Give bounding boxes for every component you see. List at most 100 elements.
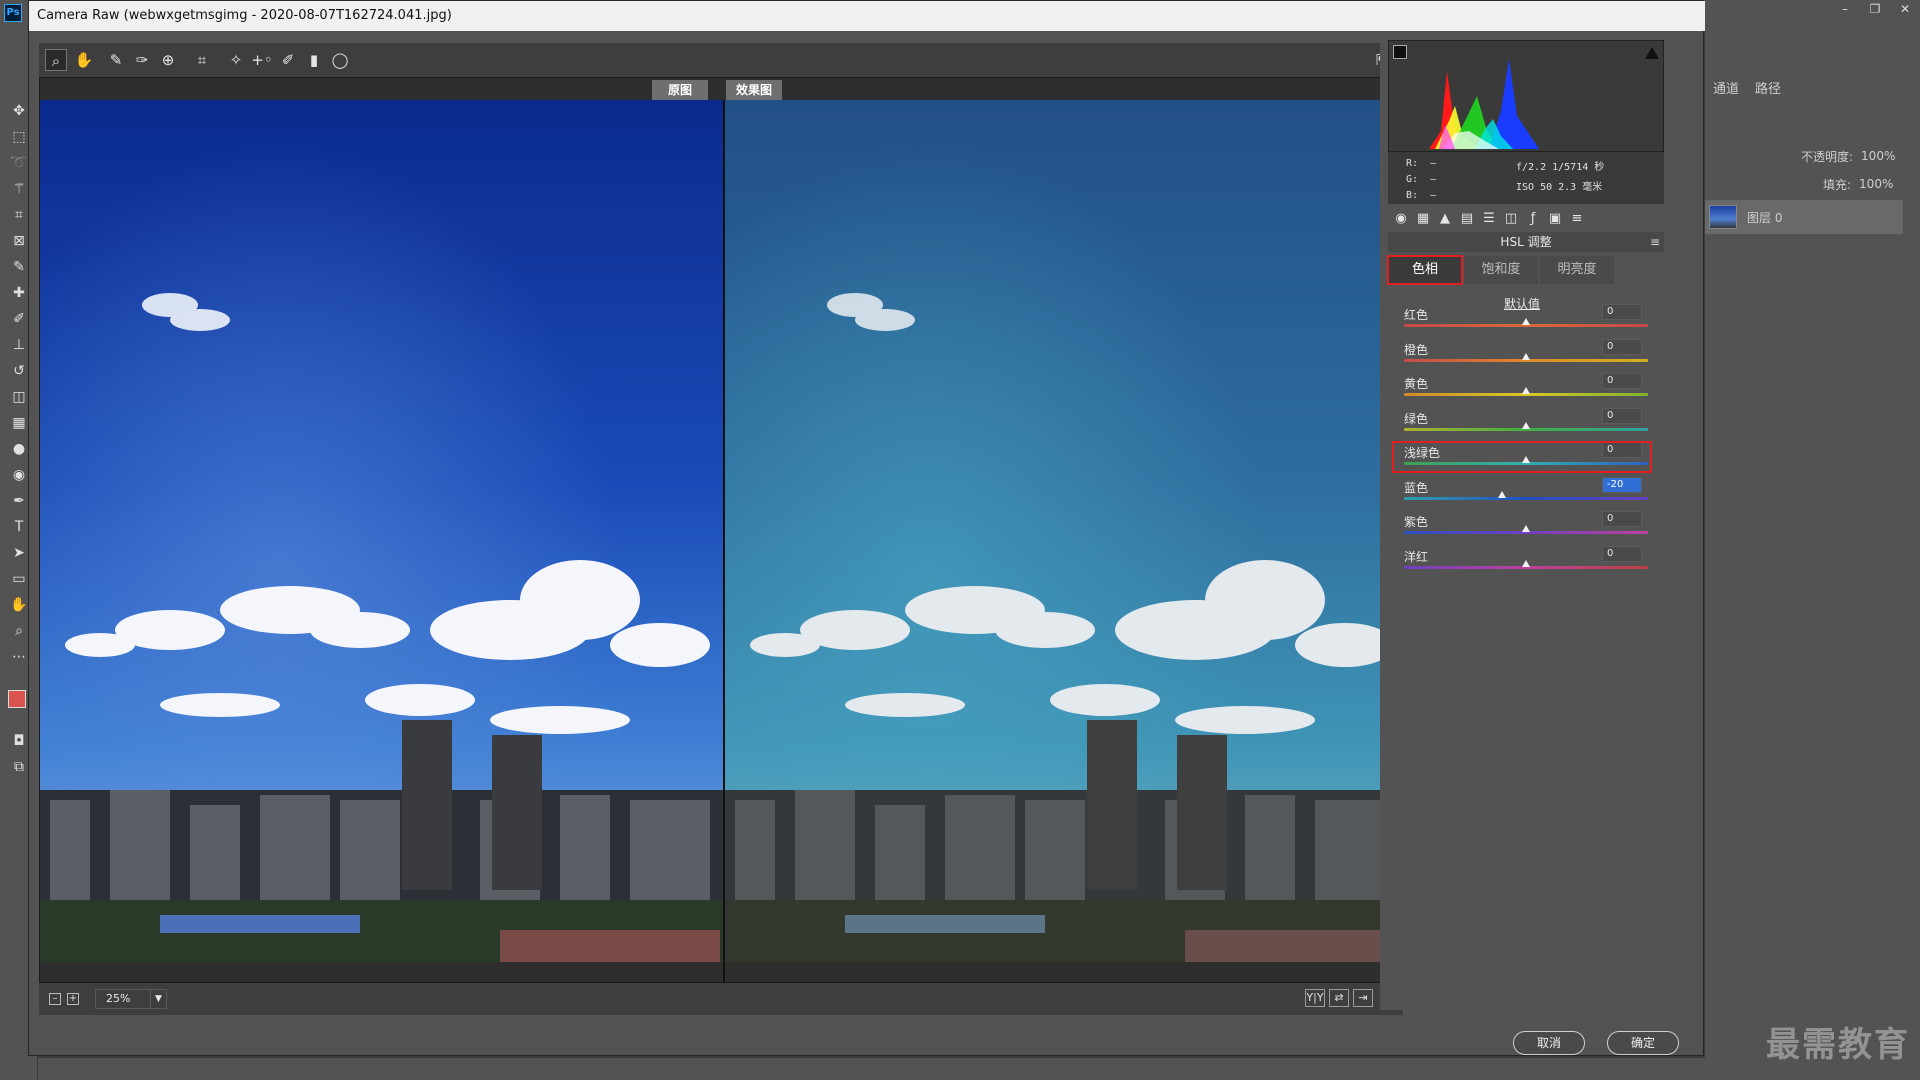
- slider-label: 橙色: [1404, 342, 1429, 357]
- dialog-title: Camera Raw (webwxgetmsgimg - 2020-08-07T…: [29, 1, 1705, 31]
- restore-icon[interactable]: ❐: [1860, 0, 1890, 18]
- calibration-panel-icon[interactable]: ▣: [1546, 210, 1564, 228]
- opacity-label: 不透明度:: [1801, 149, 1854, 164]
- more-tools-icon[interactable]: ⋯: [8, 646, 30, 668]
- close-icon[interactable]: ✕: [1890, 0, 1920, 18]
- slider-row: 红色 0: [1404, 304, 1648, 334]
- healing-brush-tool-icon[interactable]: ✚: [8, 282, 30, 304]
- layer-item[interactable]: 图层 0: [1705, 200, 1903, 234]
- blur-tool-icon[interactable]: ●: [8, 438, 30, 460]
- pen-tool-icon[interactable]: ✒: [8, 490, 30, 512]
- split-toning-panel-icon[interactable]: ☰: [1480, 210, 1498, 228]
- slider-label: 洋红: [1404, 549, 1429, 564]
- slider-thumb[interactable]: [1522, 559, 1530, 567]
- adjustment-panel: R: — G: — B: — f/2.2 1/5714 秒 ISO 50 2.3…: [1380, 40, 1664, 1010]
- screen-mode-icon[interactable]: ⧉: [8, 756, 30, 778]
- zoom-tool-icon[interactable]: ⌕: [45, 49, 67, 71]
- crop-tool-icon[interactable]: ⌗: [8, 204, 30, 226]
- layer-thumbnail: [1709, 205, 1737, 229]
- targeted-adjust-tool-icon[interactable]: ⊕: [157, 49, 179, 71]
- zoom-tool-icon[interactable]: ⌕: [8, 620, 30, 642]
- slider-thumb[interactable]: [1522, 525, 1530, 532]
- swap-before-after-icon[interactable]: ⇄: [1329, 989, 1349, 1007]
- graduated-filter-tool-icon[interactable]: ▮: [303, 49, 325, 71]
- stamp-tool-icon[interactable]: ⊥: [8, 334, 30, 356]
- foreground-color-swatch[interactable]: [8, 690, 26, 708]
- slider-thumb[interactable]: [1522, 421, 1530, 429]
- marquee-tool-icon[interactable]: ⬚: [8, 126, 30, 148]
- after-view-label: 效果图: [726, 80, 782, 100]
- layer-name: 图层 0: [1747, 210, 1783, 225]
- slider-thumb[interactable]: [1497, 490, 1506, 498]
- slider-thumb[interactable]: [1522, 352, 1530, 360]
- dodge-tool-icon[interactable]: ◉: [8, 464, 30, 486]
- radial-filter-tool-icon[interactable]: ◯: [329, 49, 351, 71]
- preview-canvas[interactable]: 原图 效果图: [39, 77, 1404, 984]
- color-sampler-tool-icon[interactable]: ✑: [131, 49, 153, 71]
- slider-value-input[interactable]: 0: [1602, 545, 1642, 562]
- ok-button[interactable]: 确定: [1607, 1031, 1679, 1055]
- before-view-label: 原图: [652, 80, 708, 100]
- slider-value-input[interactable]: 0: [1602, 511, 1642, 527]
- panel-menu-icon[interactable]: ≡: [1650, 232, 1660, 252]
- slider-value-input[interactable]: 0: [1602, 338, 1642, 355]
- eyedropper-tool-icon[interactable]: ✎: [8, 256, 30, 278]
- adjustment-brush-tool-icon[interactable]: ✐: [277, 49, 299, 71]
- slider-track[interactable]: [1404, 496, 1648, 500]
- type-tool-icon[interactable]: T: [8, 516, 30, 538]
- slider-label: 红色: [1404, 308, 1429, 322]
- tab-paths[interactable]: 路径: [1755, 78, 1781, 97]
- tab-channels[interactable]: 通道: [1713, 78, 1739, 97]
- readout-g: G: —: [1406, 174, 1437, 185]
- hand-tool-icon[interactable]: ✋: [73, 49, 95, 71]
- red-eye-tool-icon[interactable]: +◦: [251, 49, 273, 71]
- tone-curve-panel-icon[interactable]: ▦: [1414, 210, 1432, 228]
- gradient-tool-icon[interactable]: ▦: [8, 412, 30, 434]
- slider-value-input[interactable]: -20: [1602, 476, 1642, 493]
- slider-value-input[interactable]: 0: [1602, 373, 1642, 389]
- spot-removal-tool-icon[interactable]: ✧: [225, 49, 247, 71]
- ps-panel-tabs: 通道 路径: [1705, 78, 1781, 97]
- camera-raw-toolbar: ⌕ ✋ ✎ ✑ ⊕ ⌗ ✧ +◦ ✐ ▮ ◯ ⇱: [39, 43, 1403, 77]
- slider-thumb[interactable]: [1522, 387, 1530, 394]
- tab-luminance[interactable]: 明亮度: [1540, 256, 1614, 284]
- brush-tool-icon[interactable]: ✐: [8, 308, 30, 330]
- slider-value-input[interactable]: 0: [1602, 304, 1642, 320]
- crop-tool-icon[interactable]: ⌗: [191, 49, 213, 71]
- zoom-out-button[interactable]: –: [49, 993, 61, 1005]
- cancel-button[interactable]: 取消: [1513, 1031, 1585, 1055]
- ps-opacity-row: 不透明度: 100%: [1705, 142, 1920, 170]
- copy-settings-icon[interactable]: ⇥: [1353, 989, 1373, 1007]
- minimize-icon[interactable]: –: [1830, 0, 1860, 18]
- tab-hue[interactable]: 色相: [1387, 255, 1463, 285]
- slider-row: 橙色 0: [1404, 338, 1648, 369]
- path-select-tool-icon[interactable]: ➤: [8, 542, 30, 564]
- ps-statusbar: [38, 1058, 1705, 1080]
- rectangle-tool-icon[interactable]: ▭: [8, 568, 30, 590]
- magic-wand-tool-icon[interactable]: ⚚: [8, 178, 30, 200]
- quick-mask-icon[interactable]: ◘: [8, 730, 30, 752]
- lasso-tool-icon[interactable]: ➰: [8, 152, 30, 174]
- white-balance-tool-icon[interactable]: ✎: [105, 49, 127, 71]
- ps-window-controls: – ❐ ✕: [1830, 0, 1920, 18]
- exif-iso-focal: ISO 50 2.3 毫米: [1516, 182, 1603, 193]
- zoom-level-select[interactable]: 25% ▼: [95, 989, 167, 1009]
- detail-panel-icon[interactable]: ▲: [1436, 210, 1454, 228]
- history-brush-tool-icon[interactable]: ↺: [8, 360, 30, 382]
- fill-value[interactable]: 100%: [1859, 177, 1893, 191]
- basic-panel-icon[interactable]: ◉: [1392, 210, 1410, 228]
- lens-corrections-panel-icon[interactable]: ◫: [1502, 210, 1520, 228]
- zoom-in-button[interactable]: +: [67, 993, 79, 1005]
- opacity-value[interactable]: 100%: [1861, 149, 1895, 163]
- move-tool-icon[interactable]: ✥: [8, 100, 30, 122]
- tab-saturation[interactable]: 饱和度: [1464, 256, 1538, 284]
- slider-value-input[interactable]: 0: [1602, 407, 1642, 424]
- slider-thumb[interactable]: [1522, 318, 1530, 325]
- presets-panel-icon[interactable]: ≡: [1568, 210, 1586, 228]
- eraser-tool-icon[interactable]: ◫: [8, 386, 30, 408]
- hand-tool-icon[interactable]: ✋: [8, 594, 30, 616]
- hsl-panel-icon[interactable]: ▤: [1458, 210, 1476, 228]
- frame-tool-icon[interactable]: ⊠: [8, 230, 30, 252]
- effects-panel-icon[interactable]: ƒ: [1524, 210, 1542, 228]
- before-after-toggle-icon[interactable]: Y|Y: [1305, 989, 1325, 1007]
